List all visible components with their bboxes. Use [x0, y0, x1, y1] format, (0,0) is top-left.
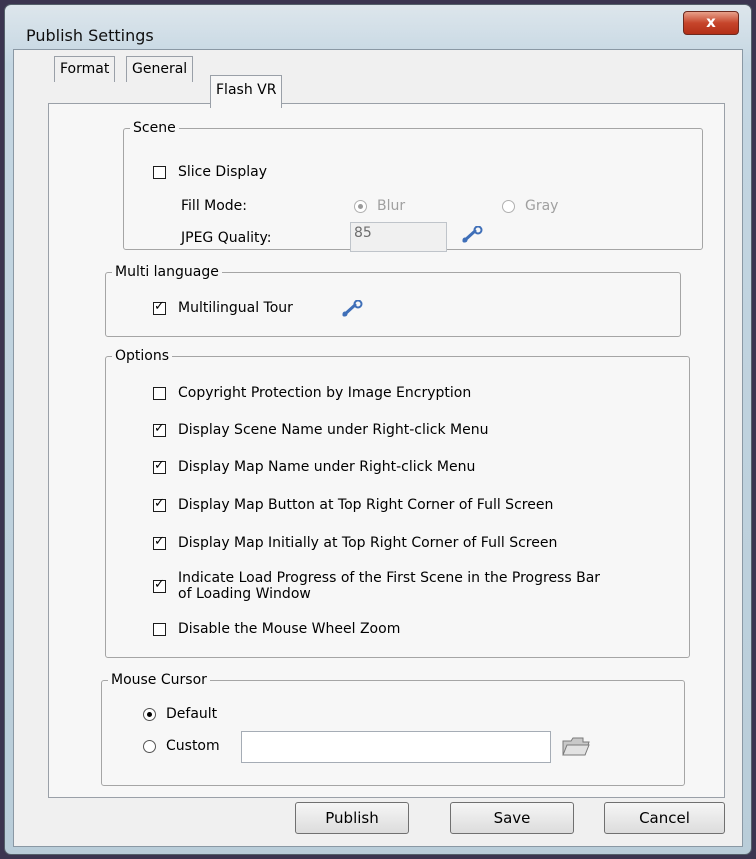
save-button[interactable]: Save [450, 802, 574, 834]
cursor-custom-radio[interactable]: Custom [143, 738, 220, 754]
wrench-icon[interactable] [461, 226, 485, 244]
folder-icon[interactable] [561, 734, 591, 758]
gray-label: Gray [525, 198, 559, 214]
mouse-cursor-legend: Mouse Cursor [111, 672, 207, 688]
blur-label: Blur [377, 198, 406, 214]
option-checkbox[interactable] [153, 421, 166, 437]
jpeg-quality-field[interactable]: 85 [350, 222, 447, 252]
option-label: Display Map Initially at Top Right Corne… [178, 535, 558, 551]
option-label: Display Scene Name under Right-click Men… [178, 422, 489, 438]
mouse-cursor-group: Mouse Cursor [101, 672, 685, 786]
option-label: Indicate Load Progress of the First Scen… [178, 570, 601, 602]
option-row[interactable]: Display Map Name under Right-click Menu [153, 458, 476, 475]
publish-button[interactable]: Publish [295, 802, 409, 834]
option-label: Disable the Mouse Wheel Zoom [178, 621, 401, 637]
jpeg-quality-label: JPEG Quality: [181, 230, 272, 246]
default-radio-icon[interactable] [143, 707, 156, 721]
tab-general[interactable]: General [126, 56, 194, 82]
multilingual-settings-wrench-icon[interactable] [341, 300, 365, 318]
multilingual-tour-checkbox-row[interactable]: Multilingual Tour [153, 299, 293, 316]
slice-display-checkbox-row[interactable]: Slice Display [153, 164, 267, 180]
slice-display-label: Slice Display [178, 164, 268, 180]
multi-language-legend: Multi language [115, 264, 219, 280]
option-label: Display Map Button at Top Right Corner o… [178, 497, 554, 513]
options-legend: Options [115, 348, 170, 364]
dialog-client: Format General Flash VR Scene Slice Disp… [13, 49, 743, 847]
option-row[interactable]: Indicate Load Progress of the First Scen… [153, 570, 600, 602]
close-button[interactable]: x [683, 11, 739, 35]
option-row[interactable]: Copyright Protection by Image Encryption [153, 385, 471, 401]
tab-flash-vr[interactable]: Flash VR [210, 75, 283, 108]
blur-radio-icon[interactable] [354, 199, 367, 213]
option-checkbox[interactable] [153, 386, 166, 400]
option-checkbox[interactable] [153, 577, 166, 593]
option-label: Display Map Name under Right-click Menu [178, 459, 476, 475]
option-checkbox[interactable] [153, 534, 166, 550]
custom-cursor-path-input[interactable] [241, 731, 551, 763]
default-label: Default [166, 706, 218, 722]
cursor-default-radio[interactable]: Default [143, 706, 217, 722]
option-row[interactable]: Display Map Initially at Top Right Corne… [153, 534, 558, 551]
cancel-button[interactable]: Cancel [604, 802, 725, 834]
custom-label: Custom [166, 738, 220, 754]
fill-mode-label: Fill Mode: [181, 198, 248, 214]
option-checkbox[interactable] [153, 458, 166, 474]
multilingual-tour-label: Multilingual Tour [178, 300, 293, 316]
fill-mode-blur-radio[interactable]: Blur [354, 198, 405, 214]
option-checkbox[interactable] [153, 496, 166, 512]
slice-display-checkbox[interactable] [153, 165, 166, 179]
tab-format[interactable]: Format [54, 56, 116, 82]
fill-mode-gray-radio[interactable]: Gray [502, 198, 558, 214]
option-row[interactable]: Display Scene Name under Right-click Men… [153, 421, 489, 438]
option-label: Copyright Protection by Image Encryption [178, 385, 472, 401]
custom-radio-icon[interactable] [143, 739, 156, 753]
option-row[interactable]: Disable the Mouse Wheel Zoom [153, 621, 400, 637]
scene-legend: Scene [133, 120, 176, 136]
window-title: Publish Settings [26, 26, 154, 45]
publish-settings-window: Publish Settings x Format General Flash … [4, 4, 752, 855]
flash-vr-panel: Scene Slice Display Fill Mode: Blur Gray… [48, 103, 725, 798]
option-checkbox[interactable] [153, 622, 166, 636]
option-row[interactable]: Display Map Button at Top Right Corner o… [153, 496, 554, 513]
gray-radio-icon[interactable] [502, 199, 515, 213]
multilingual-tour-checkbox[interactable] [153, 299, 166, 315]
